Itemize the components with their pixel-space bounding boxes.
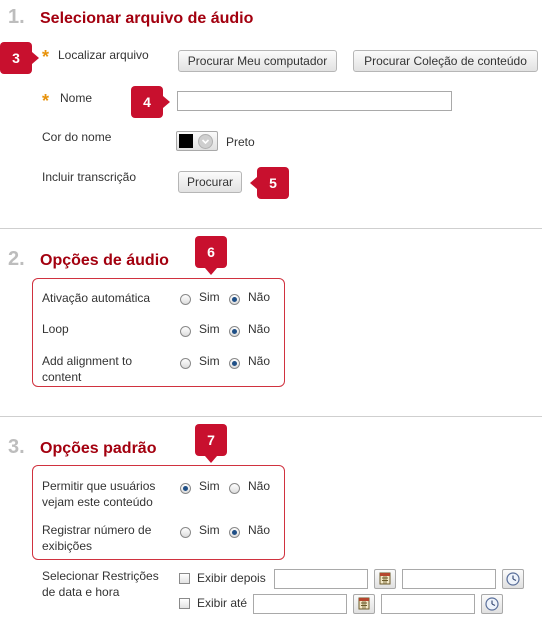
display-until-time-input[interactable] [381,594,475,614]
clock-icon[interactable] [481,594,503,614]
autoplay-no-label: Não [248,290,271,304]
section-3-title: Opções padrão [40,440,157,457]
color-swatch [179,134,193,148]
visibility-no-label: Não [248,479,271,493]
color-picker[interactable] [176,131,218,151]
name-input[interactable] [177,91,452,111]
include-transcript-label: Incluir transcrição [42,170,137,184]
tracking-no-label: Não [248,523,271,537]
autoplay-yes-label: Sim [199,290,220,304]
alignment-yes-radio[interactable] [180,358,191,369]
loop-no-label: Não [248,322,271,336]
loop-label: Loop [42,322,69,336]
tracking-yes-radio[interactable] [180,527,191,538]
callout-3: 3 [0,42,32,74]
date-restrictions-label-line2: de data e hora [42,585,120,599]
alignment-no-label: Não [248,354,271,368]
alignment-label-line2: content [42,370,82,384]
section-2-title: Opções de áudio [40,252,169,269]
clock-icon[interactable] [502,569,524,589]
find-file-label: Localizar arquivo [58,48,149,62]
section-divider [0,416,542,417]
color-value: Preto [226,135,255,149]
section-divider [0,228,542,229]
section-3-number: 3. [8,436,25,458]
display-until-checkbox[interactable] [179,598,190,609]
visibility-yes-label: Sim [199,479,220,493]
callout-6-arrow [205,268,217,275]
loop-yes-label: Sim [199,322,220,336]
display-after-checkbox[interactable] [179,573,190,584]
display-after-time-input[interactable] [402,569,496,589]
callout-7-arrow [205,456,217,463]
callout-3-arrow [32,52,39,64]
callout-6: 6 [195,236,227,268]
section-1-number: 1. [8,6,25,28]
alignment-label-line1: Add alignment to [42,354,133,368]
loop-yes-radio[interactable] [180,326,191,337]
name-color-label: Cor do nome [42,130,112,144]
autoplay-no-radio[interactable] [229,294,240,305]
date-restrictions-label-line1: Selecionar Restrições [42,569,159,583]
visibility-label-line2: vejam este conteúdo [42,495,153,509]
alignment-no-radio[interactable] [229,358,240,369]
callout-4: 4 [131,86,163,118]
browse-transcript-button[interactable]: Procurar [178,171,242,193]
callout-7: 7 [195,424,227,456]
visibility-label-line1: Permitir que usuários [42,479,156,493]
callout-5-arrow [250,177,257,189]
callout-5: 5 [257,167,289,199]
tracking-yes-label: Sim [199,523,220,537]
calendar-icon[interactable] [353,594,375,614]
section-2-number: 2. [8,248,25,270]
autoplay-label: Ativação automática [42,291,151,305]
name-label: Nome [60,91,93,105]
display-until-label: Exibir até [197,596,248,610]
visibility-yes-radio[interactable] [180,483,191,494]
chevron-down-icon[interactable] [198,134,213,149]
display-after-date-input[interactable] [274,569,368,589]
display-until-date-input[interactable] [253,594,347,614]
display-after-label: Exibir depois [197,571,266,585]
required-star-icon: * [42,91,50,111]
alignment-yes-label: Sim [199,354,220,368]
tracking-no-radio[interactable] [229,527,240,538]
loop-no-radio[interactable] [229,326,240,337]
autoplay-yes-radio[interactable] [180,294,191,305]
browse-content-collection-button[interactable]: Procurar Coleção de conteúdo [353,50,538,72]
required-star-icon: * [42,47,50,67]
browse-my-computer-button[interactable]: Procurar Meu computador [178,50,337,72]
callout-4-arrow [163,96,170,108]
tracking-label-line2: exibições [42,539,93,553]
section-1-title: Selecionar arquivo de áudio [40,10,254,27]
visibility-no-radio[interactable] [229,483,240,494]
calendar-icon[interactable] [374,569,396,589]
tracking-label-line1: Registrar número de [42,523,152,537]
